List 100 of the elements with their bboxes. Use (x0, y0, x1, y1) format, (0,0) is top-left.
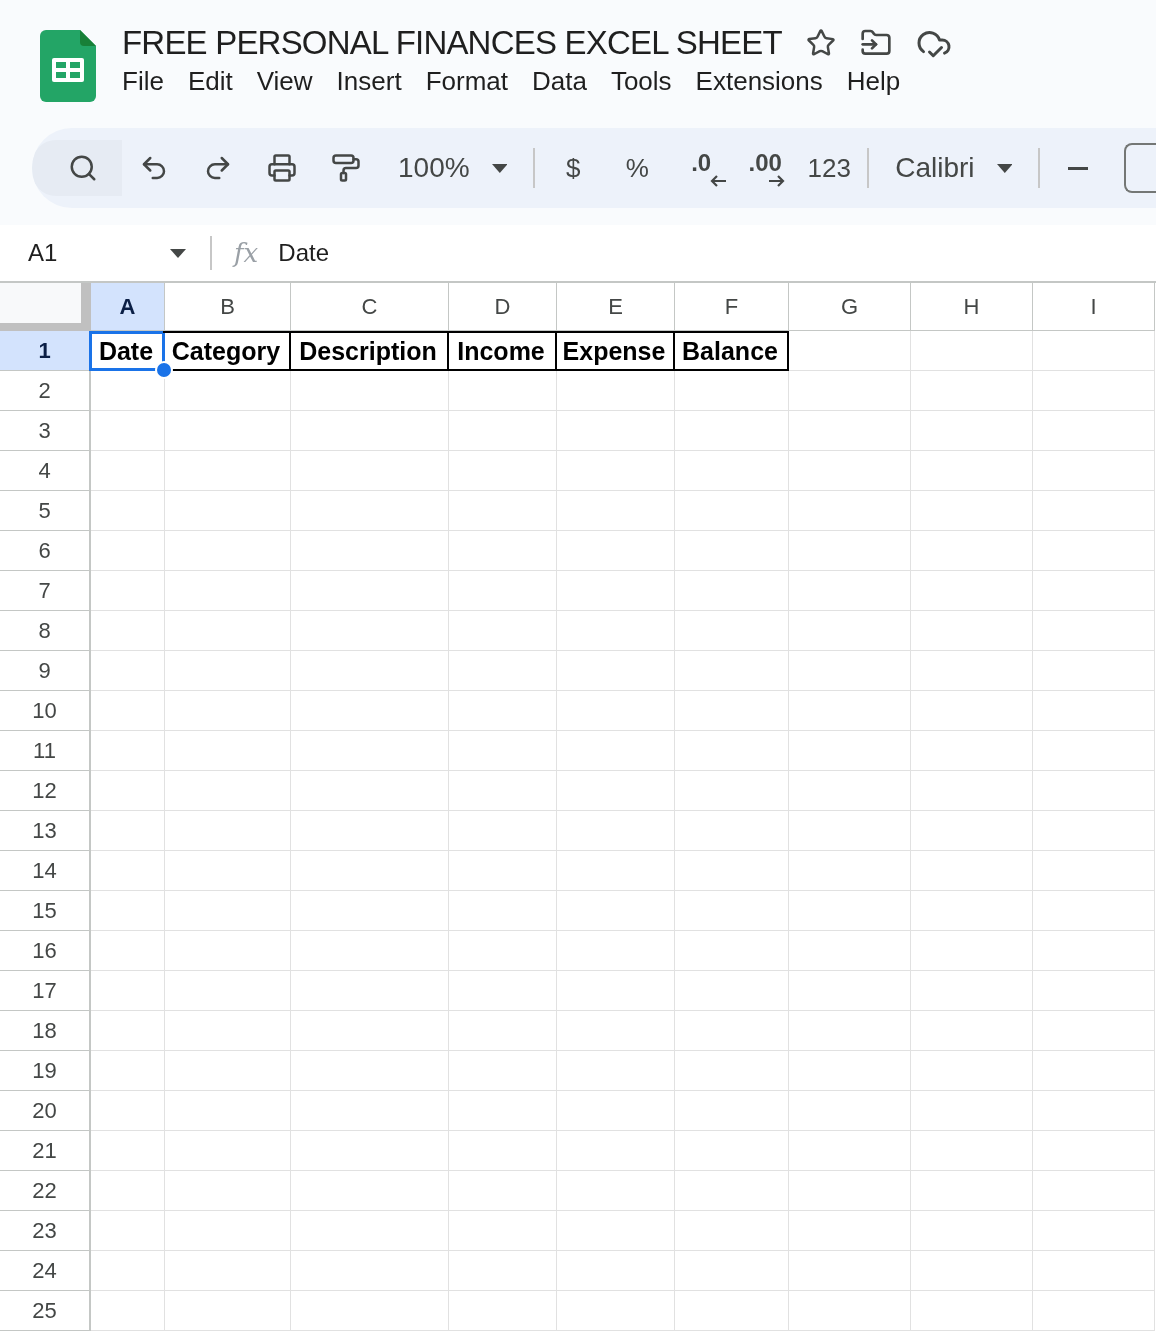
table-cell[interactable] (557, 691, 675, 731)
document-title[interactable]: FREE PERSONAL FINANCES EXCEL SHEET (122, 24, 782, 62)
table-cell[interactable] (789, 611, 911, 651)
table-cell[interactable] (789, 411, 911, 451)
table-cell[interactable] (449, 451, 557, 491)
menu-item[interactable]: Insert (328, 62, 418, 97)
table-cell[interactable] (449, 691, 557, 731)
table-cell[interactable] (911, 1291, 1033, 1331)
table-cell[interactable] (165, 891, 291, 931)
table-cell[interactable] (449, 531, 557, 571)
table-cell[interactable] (675, 1091, 789, 1131)
table-cell[interactable] (91, 691, 165, 731)
table-cell[interactable] (91, 1171, 165, 1211)
table-cell[interactable] (675, 1131, 789, 1171)
table-cell[interactable] (675, 1051, 789, 1091)
table-cell[interactable] (1033, 531, 1155, 571)
table-cell[interactable] (449, 1291, 557, 1331)
table-cell[interactable] (911, 611, 1033, 651)
table-cell[interactable] (911, 371, 1033, 411)
column-header[interactable]: G (789, 283, 911, 331)
table-cell[interactable] (449, 1171, 557, 1211)
table-cell[interactable] (675, 571, 789, 611)
table-cell[interactable] (789, 771, 911, 811)
table-cell[interactable] (165, 851, 291, 891)
row-header[interactable]: 18 (0, 1011, 91, 1051)
table-cell[interactable] (449, 731, 557, 771)
row-header[interactable]: 8 (0, 611, 91, 651)
table-cell[interactable] (449, 411, 557, 451)
table-cell[interactable] (1033, 1291, 1155, 1331)
table-cell[interactable] (91, 491, 165, 531)
row-header[interactable]: 13 (0, 811, 91, 851)
table-cell[interactable] (165, 771, 291, 811)
table-cell[interactable] (675, 411, 789, 451)
table-cell[interactable] (291, 811, 449, 851)
row-header[interactable]: 14 (0, 851, 91, 891)
table-cell[interactable] (675, 771, 789, 811)
table-cell[interactable] (91, 1211, 165, 1251)
table-cell[interactable] (165, 691, 291, 731)
table-cell[interactable] (291, 371, 449, 411)
table-cell[interactable] (165, 371, 291, 411)
table-cell[interactable] (449, 1251, 557, 1291)
table-cell[interactable] (291, 531, 449, 571)
table-cell[interactable] (165, 571, 291, 611)
row-header[interactable]: 23 (0, 1211, 91, 1251)
table-cell[interactable] (91, 891, 165, 931)
table-cell[interactable] (449, 1091, 557, 1131)
row-header[interactable]: 24 (0, 1251, 91, 1291)
table-cell[interactable] (165, 731, 291, 771)
menu-item[interactable]: Edit (179, 62, 249, 97)
table-cell[interactable] (789, 811, 911, 851)
table-cell[interactable] (911, 1251, 1033, 1291)
table-cell[interactable] (789, 651, 911, 691)
row-header[interactable]: 4 (0, 451, 91, 491)
table-cell[interactable] (449, 1131, 557, 1171)
table-cell[interactable] (291, 1051, 449, 1091)
table-cell[interactable] (675, 1291, 789, 1331)
table-cell[interactable] (911, 331, 1033, 371)
table-cell[interactable] (911, 451, 1033, 491)
table-cell[interactable] (291, 931, 449, 971)
table-cell[interactable] (165, 1251, 291, 1291)
column-header[interactable]: E (557, 283, 675, 331)
table-cell[interactable] (911, 811, 1033, 851)
table-cell[interactable] (911, 411, 1033, 451)
table-cell[interactable] (789, 891, 911, 931)
table-cell[interactable] (789, 331, 911, 371)
table-cell[interactable] (449, 491, 557, 531)
table-cell[interactable] (449, 371, 557, 411)
table-cell[interactable] (1033, 971, 1155, 1011)
table-cell[interactable] (911, 971, 1033, 1011)
table-cell[interactable] (291, 691, 449, 731)
table-cell[interactable] (675, 691, 789, 731)
table-cell[interactable] (91, 731, 165, 771)
table-cell[interactable] (557, 371, 675, 411)
table-cell[interactable] (291, 1291, 449, 1331)
table-cell[interactable] (449, 571, 557, 611)
table-cell[interactable] (165, 411, 291, 451)
row-header[interactable]: 1 (0, 331, 91, 371)
table-cell[interactable] (911, 931, 1033, 971)
table-cell[interactable] (1033, 371, 1155, 411)
table-cell[interactable] (291, 1131, 449, 1171)
table-cell[interactable] (91, 971, 165, 1011)
table-cell[interactable] (449, 931, 557, 971)
table-cell[interactable] (91, 931, 165, 971)
table-cell[interactable] (789, 371, 911, 411)
table-cell[interactable] (449, 1011, 557, 1051)
fill-handle[interactable] (155, 361, 173, 379)
table-cell[interactable] (675, 651, 789, 691)
table-cell[interactable] (789, 1091, 911, 1131)
table-cell[interactable] (165, 491, 291, 531)
table-cell[interactable] (789, 531, 911, 571)
table-cell[interactable] (911, 1131, 1033, 1171)
table-cell[interactable] (557, 771, 675, 811)
table-cell[interactable] (557, 1131, 675, 1171)
table-cell[interactable] (911, 571, 1033, 611)
table-cell[interactable] (1033, 1211, 1155, 1251)
table-cell[interactable] (557, 1011, 675, 1051)
table-cell[interactable] (449, 811, 557, 851)
table-cell[interactable] (557, 731, 675, 771)
menu-item[interactable]: Tools (602, 62, 688, 97)
menu-item[interactable]: File (114, 62, 180, 97)
